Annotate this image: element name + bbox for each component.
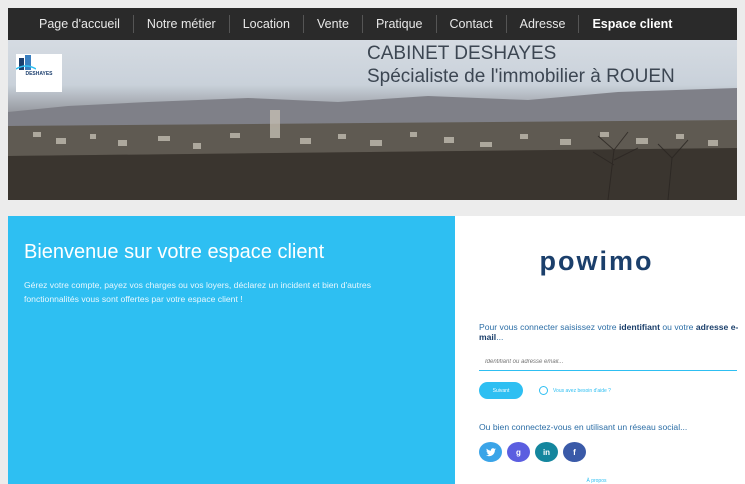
help-label: Vous avez besoin d'aide ? [553, 387, 611, 394]
nav-item-location[interactable]: Location [228, 15, 303, 33]
header-banner: DESHAYES CABINET DESHAYES Spécialiste de… [8, 40, 737, 200]
linkedin-button[interactable]: in [535, 442, 558, 462]
lifebuoy-icon [539, 386, 548, 395]
welcome-title: Bienvenue sur votre espace client [24, 241, 325, 263]
nav-item-vente[interactable]: Vente [302, 15, 362, 33]
login-intro-prefix: Pour vous connecter saisissez votre [479, 322, 619, 332]
banner-title: CABINET DESHAYES Spécialiste de l'immobi… [367, 42, 675, 88]
powimo-logo: powimo [539, 246, 654, 276]
banner-title-line1: CABINET DESHAYES [367, 43, 557, 64]
social-buttons: g in f [479, 442, 586, 462]
nav-item-espace-client[interactable]: Espace client [578, 15, 685, 33]
facebook-button[interactable]: f [563, 442, 586, 462]
nav-item-pratique[interactable]: Pratique [361, 15, 436, 33]
twitter-icon [485, 447, 496, 456]
login-intro-suffix: ... [496, 332, 504, 342]
welcome-subtitle: Gérez votre compte, payez vos charges ou… [24, 280, 372, 304]
nav-item-metier[interactable]: Notre métier [132, 15, 229, 33]
social-login-text: Ou bien connectez-vous en utilisant un r… [479, 422, 688, 432]
about-link[interactable]: À propos [455, 478, 738, 484]
identifier-input[interactable] [479, 353, 737, 371]
logo-text: DESHAYES [25, 71, 53, 77]
nav-item-accueil[interactable]: Page d'accueil [26, 15, 133, 33]
google-icon: g [516, 447, 521, 457]
help-link[interactable]: Vous avez besoin d'aide ? [539, 386, 611, 395]
main-nav: Page d'accueil Notre métier Location Ven… [8, 8, 737, 40]
login-panel: powimo Pour vous connecter saisissez vot… [455, 216, 745, 484]
login-intro-mid: ou votre [660, 322, 696, 332]
facebook-icon: f [573, 447, 576, 457]
twitter-button[interactable] [479, 442, 502, 462]
login-instructions: Pour vous connecter saisissez votre iden… [479, 322, 741, 342]
nav-item-contact[interactable]: Contact [435, 15, 506, 33]
building-logo-icon [16, 55, 36, 70]
banner-title-line2: Spécialiste de l'immobilier à ROUEN [367, 66, 675, 87]
nav-item-adresse[interactable]: Adresse [505, 15, 579, 33]
submit-button[interactable]: Suivant [479, 382, 523, 399]
linkedin-icon: in [542, 447, 551, 457]
company-logo[interactable]: DESHAYES [16, 54, 62, 92]
login-intro-identifiant: identifiant [618, 322, 661, 332]
google-button[interactable]: g [507, 442, 530, 462]
welcome-panel: Bienvenue sur votre espace client Gérez … [8, 216, 455, 484]
